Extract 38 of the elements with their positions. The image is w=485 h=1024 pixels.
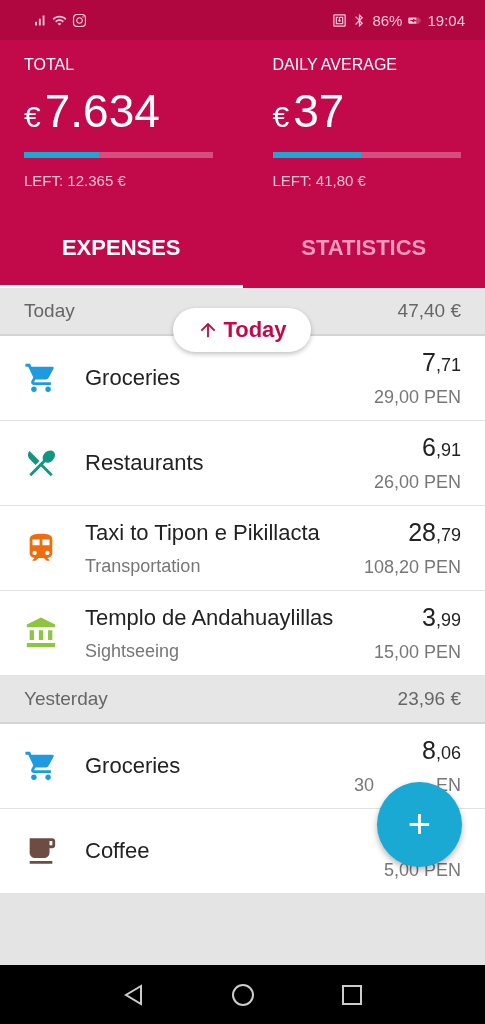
clock: 19:04 xyxy=(427,11,465,29)
battery-percent: 86% xyxy=(372,11,403,29)
currency-sign: € xyxy=(272,100,290,134)
original-amount: 29,00 PEN xyxy=(373,387,461,408)
recents-icon[interactable] xyxy=(341,984,362,1005)
original-amount: 15,00 PEN xyxy=(373,642,461,663)
section-total: 47,40 € xyxy=(397,300,461,322)
expense-amount: 8,06 xyxy=(422,736,461,765)
bank-icon xyxy=(24,616,58,650)
summary-label: DAILY AVERAGE xyxy=(272,56,398,74)
expense-amount: 3,99 xyxy=(422,603,461,632)
expense-name: Taxi to Tipon e Pikillacta xyxy=(85,519,321,546)
expense-amount: 6,91 xyxy=(422,433,461,462)
left-amount: LEFT: 12.365 € xyxy=(24,172,127,189)
expense-name: Restaurants xyxy=(85,450,205,476)
section-title: Yesterday xyxy=(24,688,108,710)
summary-label: TOTAL xyxy=(24,56,76,74)
nfc-icon xyxy=(332,12,348,28)
summary-value: 37 xyxy=(293,84,345,138)
section-total: 23,96 € xyxy=(397,688,461,710)
instagram-icon xyxy=(72,12,87,28)
expense-amount: 28,79 xyxy=(408,518,461,547)
jump-to-today-button[interactable]: Today xyxy=(173,308,311,352)
home-icon[interactable] xyxy=(231,982,256,1007)
summary-value: 7.634 xyxy=(44,84,160,138)
expense-category: Sightseeing xyxy=(85,640,181,662)
original-amount: 26,00 PEN xyxy=(373,472,461,493)
expense-name: Groceries xyxy=(85,365,182,391)
expense-name: Groceries xyxy=(85,753,182,779)
expense-name: Templo de Andahuaylillas xyxy=(85,604,335,631)
expense-name: Coffee xyxy=(85,838,151,864)
left-amount: LEFT: 41,80 € xyxy=(272,172,367,189)
expense-category: Transportation xyxy=(85,555,202,577)
currency-sign: € xyxy=(24,100,41,134)
original-amount: 108,20 PEN xyxy=(363,557,461,578)
original-amount: 30 xyxy=(353,775,374,796)
section-title: Today xyxy=(24,300,75,322)
expense-amount: 7,71 xyxy=(422,348,461,377)
